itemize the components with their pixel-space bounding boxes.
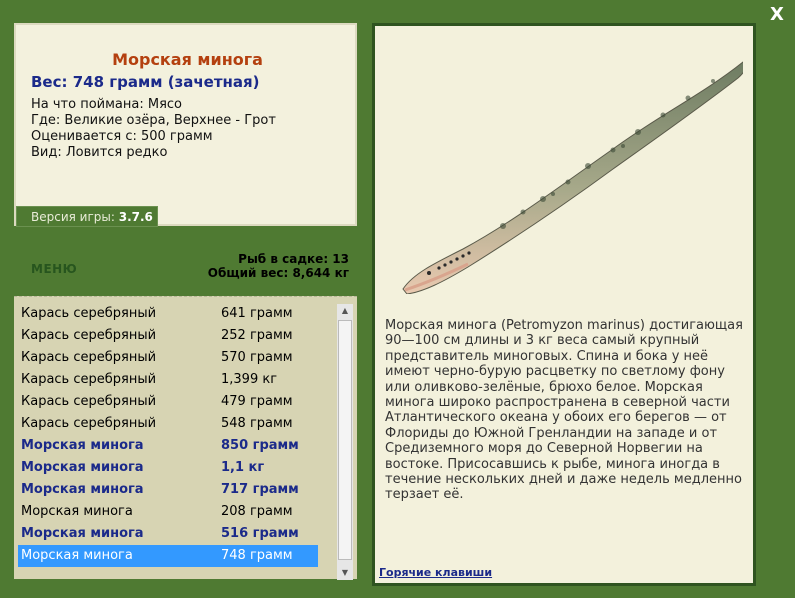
list-item[interactable]: Морская минога 748 грамм <box>18 545 318 567</box>
list-item-name: Карась серебряный <box>21 394 157 409</box>
hotkeys-link[interactable]: Горячие клавиши <box>379 566 492 579</box>
list-item-weight: 717 грамм <box>221 482 299 497</box>
fish-title: Морская минога <box>112 50 263 69</box>
list-item-name: Карась серебряный <box>21 328 157 343</box>
fish-rarity: Вид: Ловится редко <box>31 145 168 160</box>
list-item-weight: 1,399 кг <box>221 372 278 387</box>
fish-bait: На что поймана: Мясо <box>31 97 183 112</box>
list-item-name: Морская минога <box>21 526 144 541</box>
catch-list: Карась серебряный 641 грамм Карась серебря… <box>14 296 357 579</box>
list-item[interactable]: Карась серебряный 1,399 кг <box>18 369 318 391</box>
list-item-name: Карась серебряный <box>21 306 157 321</box>
list-item-name: Карась серебряный <box>21 350 157 365</box>
list-item[interactable]: Морская минога 208 грамм <box>18 501 318 523</box>
list-item-name: Карась серебряный <box>21 416 157 431</box>
list-item[interactable]: Морская минога 717 грамм <box>18 479 318 501</box>
sea-lamprey-illustration <box>402 61 743 294</box>
list-item-name: Морская минога <box>21 460 144 475</box>
fish-info-panel: Морская минога Вес: 748 грамм (зачетная)… <box>14 23 357 226</box>
menu-button[interactable]: МЕНЮ <box>31 262 77 276</box>
version-badge: Версия игры: 3.7.6 <box>16 206 158 227</box>
list-item-weight: 516 грамм <box>221 526 299 541</box>
list-item[interactable]: Карась серебряный 479 грамм <box>18 391 318 413</box>
fish-weight: Вес: 748 грамм (зачетная) <box>31 73 260 91</box>
scroll-thumb[interactable] <box>338 320 352 560</box>
list-scrollbar[interactable]: ▲ ▼ <box>337 304 353 580</box>
list-item-name: Карась серебряный <box>21 372 157 387</box>
version-label: Версия игры: <box>31 210 115 224</box>
list-item-weight: 570 грамм <box>221 350 293 365</box>
list-item-weight: 252 грамм <box>221 328 293 343</box>
list-item[interactable]: Морская минога 850 грамм <box>18 435 318 457</box>
fish-detail-panel: Морская минога (Petromyzon marinus) дост… <box>372 23 756 586</box>
list-item-name: Морская минога <box>21 438 144 453</box>
close-icon[interactable]: X <box>770 4 784 25</box>
cage-total-weight: Общий вес: 8,644 кг <box>207 266 349 280</box>
fish-description: Морская минога (Petromyzon marinus) дост… <box>385 318 743 503</box>
list-item-weight: 850 грамм <box>221 438 299 453</box>
list-item-weight: 479 грамм <box>221 394 293 409</box>
list-item[interactable]: Карась серебряный 252 грамм <box>18 325 318 347</box>
list-item-weight: 548 грамм <box>221 416 293 431</box>
list-item[interactable]: Карась серебряный 641 грамм <box>18 303 318 325</box>
fish-location: Где: Великие озёра, Верхнее - Грот <box>31 113 276 128</box>
list-item[interactable]: Морская минога 516 грамм <box>18 523 318 545</box>
list-item-weight: 208 грамм <box>221 504 293 519</box>
cage-count: Рыб в садке: 13 <box>238 252 349 266</box>
list-item[interactable]: Морская минога 1,1 кг <box>18 457 318 479</box>
list-item[interactable]: Карась серебряный 548 грамм <box>18 413 318 435</box>
fish-value: Оценивается с: 500 грамм <box>31 129 213 144</box>
list-item-name: Морская минога <box>21 504 133 519</box>
cage-summary: Рыб в садке: 13 Общий вес: 8,644 кг <box>208 252 349 280</box>
list-item-weight: 1,1 кг <box>221 460 265 475</box>
scroll-up-icon[interactable]: ▲ <box>337 304 353 318</box>
list-item[interactable]: Карась серебряный 570 грамм <box>18 347 318 369</box>
list-item-name: Морская минога <box>21 482 144 497</box>
list-item-name: Морская минога <box>21 548 133 563</box>
scroll-down-icon[interactable]: ▼ <box>337 566 353 580</box>
list-item-weight: 641 грамм <box>221 306 293 321</box>
list-item-weight: 748 грамм <box>221 548 293 563</box>
version-value: 3.7.6 <box>118 210 153 224</box>
